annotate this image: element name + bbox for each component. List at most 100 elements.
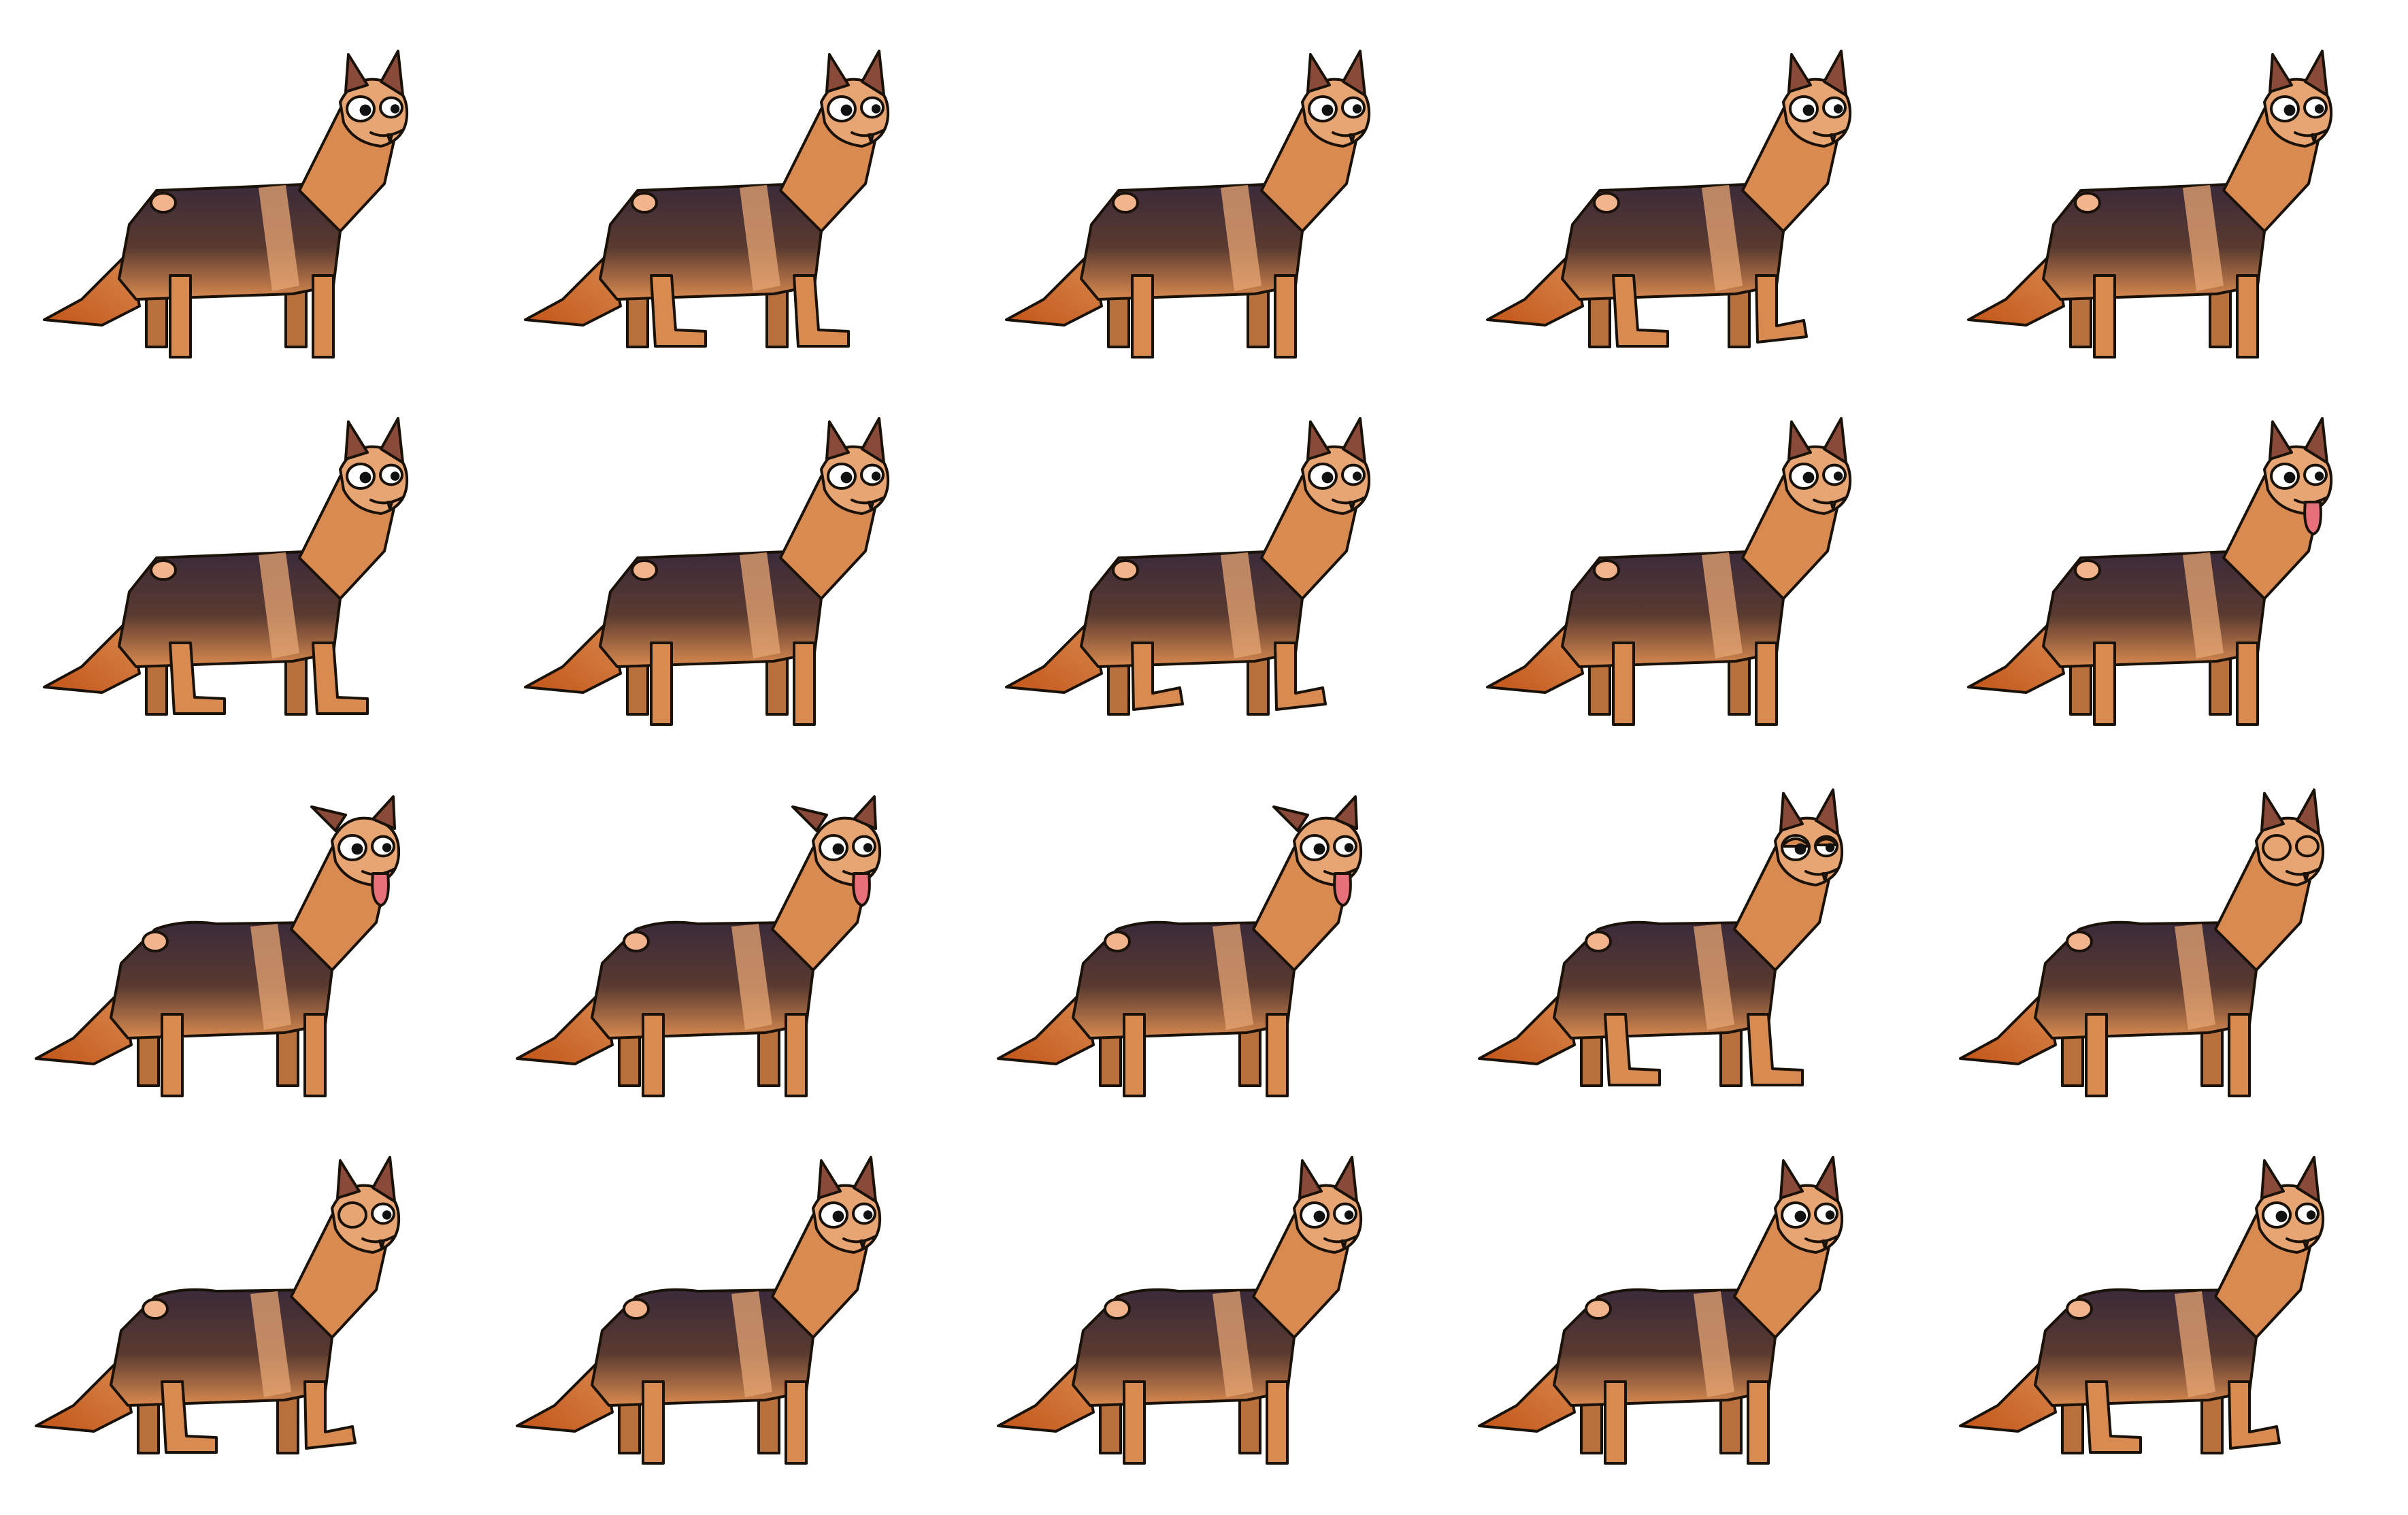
dog-frame bbox=[0, 395, 481, 762]
head bbox=[2255, 1156, 2325, 1254]
dog-frame bbox=[1924, 395, 2405, 762]
front-leg-near bbox=[785, 1380, 808, 1465]
fang bbox=[1821, 872, 1828, 882]
front-leg-near bbox=[2228, 1013, 2251, 1097]
ear-left bbox=[336, 1159, 361, 1199]
dog bbox=[1486, 50, 1852, 348]
fang bbox=[1349, 501, 1355, 510]
ear-left bbox=[2269, 53, 2293, 93]
eye-left-pupil bbox=[1321, 471, 1334, 484]
ear-left bbox=[2269, 420, 2293, 461]
back-spot bbox=[1593, 192, 1620, 214]
fang bbox=[1830, 501, 1836, 510]
dog-sprite bbox=[997, 1156, 1363, 1465]
dog-sprite bbox=[524, 417, 890, 726]
eye-right-pupil bbox=[2314, 104, 2324, 114]
dog-frame bbox=[481, 1129, 962, 1497]
eye-left-pupil bbox=[359, 471, 372, 484]
dog-sprite bbox=[43, 50, 409, 359]
dog-frame bbox=[962, 395, 1443, 762]
front-leg-near bbox=[793, 642, 816, 726]
dog-frame bbox=[481, 395, 962, 762]
head bbox=[1782, 417, 1852, 515]
eye-left-pupil bbox=[1794, 1210, 1807, 1222]
dog-frame bbox=[1924, 27, 2405, 395]
back-spot bbox=[2066, 1298, 2093, 1320]
eye-right-pupil bbox=[871, 104, 881, 114]
front-leg-near bbox=[1747, 1380, 1770, 1465]
dog-frame bbox=[962, 27, 1443, 395]
dog-frame bbox=[1443, 27, 1924, 395]
ear-left bbox=[2260, 792, 2285, 832]
back-spot bbox=[1593, 559, 1620, 581]
eye-left bbox=[2262, 834, 2292, 861]
eye-right-pupil bbox=[1352, 104, 1362, 114]
back-leg-near bbox=[2093, 274, 2116, 359]
back-spot bbox=[1112, 559, 1139, 581]
back-leg-near bbox=[2093, 642, 2116, 726]
dog bbox=[1959, 788, 2325, 1097]
dog-sprite bbox=[1478, 1156, 1844, 1465]
dog bbox=[1967, 50, 2333, 359]
eye-left bbox=[337, 1201, 367, 1229]
dog-sprite bbox=[1005, 50, 1371, 359]
eye-left-pupil bbox=[1313, 1210, 1325, 1222]
dog-sprite bbox=[516, 1156, 882, 1465]
eye-right-pupil bbox=[2306, 1210, 2316, 1220]
ear-left bbox=[344, 53, 369, 93]
dog-frame bbox=[481, 27, 962, 395]
dog bbox=[1959, 1156, 2325, 1454]
dog bbox=[43, 50, 409, 359]
eye-left-pupil bbox=[2275, 1210, 2288, 1222]
dog bbox=[524, 50, 890, 348]
dog bbox=[516, 795, 882, 1097]
dog-sprite bbox=[524, 50, 890, 348]
back-spot bbox=[1104, 1298, 1131, 1320]
eye-right-pupil bbox=[2314, 471, 2324, 481]
head bbox=[2255, 788, 2325, 886]
eye-left-pupil bbox=[1794, 843, 1807, 855]
front-leg-near bbox=[312, 642, 369, 715]
dog-frame bbox=[962, 1129, 1443, 1497]
eye-right-pupil bbox=[863, 1210, 873, 1220]
head bbox=[2263, 50, 2333, 148]
dog-sprite bbox=[1486, 417, 1852, 726]
dog-frame bbox=[1924, 1129, 2405, 1497]
front-leg-near bbox=[312, 274, 335, 359]
back-spot bbox=[150, 192, 177, 214]
dog-sprite bbox=[43, 417, 409, 716]
fang bbox=[1830, 133, 1836, 143]
head bbox=[339, 50, 409, 148]
ear-left bbox=[344, 420, 369, 461]
front-leg-near bbox=[303, 1013, 327, 1097]
back-spot bbox=[2074, 559, 2101, 581]
ear-left bbox=[1787, 420, 1812, 461]
eye-right-pupil bbox=[863, 843, 873, 852]
fang bbox=[1821, 1239, 1828, 1249]
eye-left-pupil bbox=[840, 471, 853, 484]
back-leg-near bbox=[650, 642, 673, 726]
head bbox=[1774, 1156, 1844, 1254]
head bbox=[1774, 788, 1844, 886]
front-leg-near bbox=[303, 1380, 357, 1450]
dog-frame bbox=[1924, 762, 2405, 1129]
eye-right-pupil bbox=[390, 471, 400, 481]
eye-left-pupil bbox=[2283, 471, 2296, 484]
front-leg-near bbox=[1274, 274, 1297, 359]
eye-left-pupil bbox=[359, 104, 372, 116]
dog bbox=[1486, 417, 1852, 726]
back-leg-near bbox=[2085, 1013, 2108, 1097]
ear-left bbox=[1787, 53, 1812, 93]
eye-right bbox=[2295, 835, 2320, 858]
ear-left bbox=[1306, 53, 1331, 93]
back-spot bbox=[142, 1298, 169, 1320]
back-spot bbox=[150, 559, 177, 581]
dog-sprite bbox=[1005, 417, 1371, 716]
head bbox=[1782, 50, 1852, 148]
back-spot bbox=[631, 559, 658, 581]
back-leg-near bbox=[1131, 274, 1154, 359]
back-leg-near bbox=[642, 1013, 665, 1097]
dog bbox=[1005, 50, 1371, 359]
head bbox=[1301, 417, 1371, 515]
eye-right-pupil bbox=[1344, 1210, 1354, 1220]
